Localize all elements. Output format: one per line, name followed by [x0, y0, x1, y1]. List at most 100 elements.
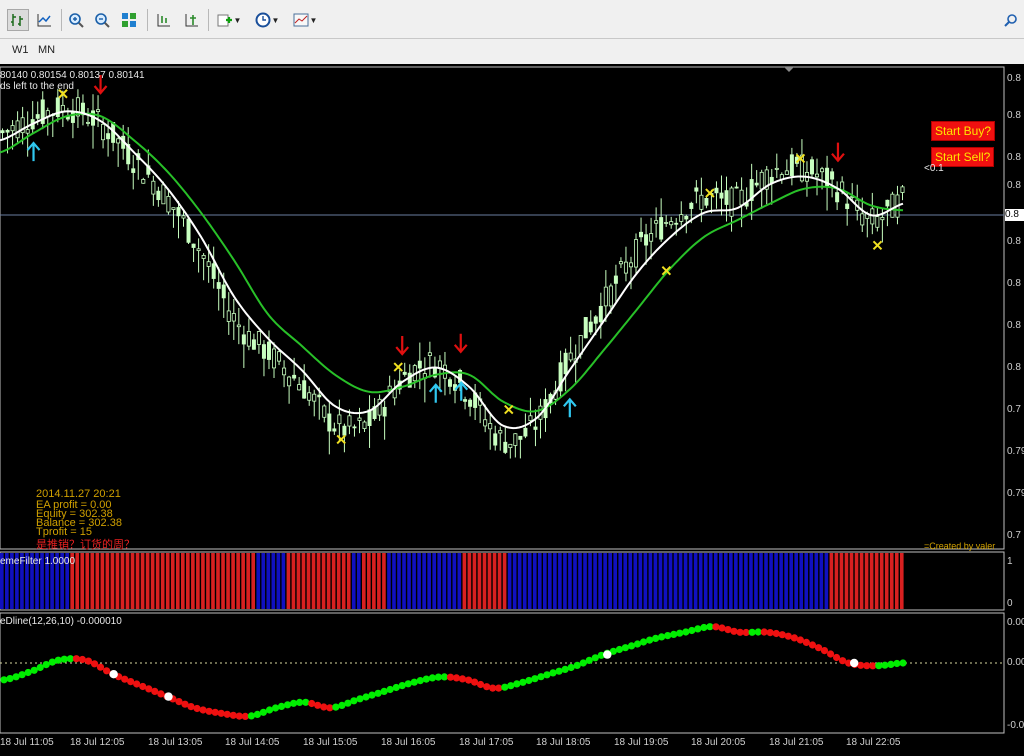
- template-icon: [293, 13, 309, 27]
- filter-bar: [276, 553, 281, 609]
- bar-chart-button[interactable]: [7, 9, 29, 31]
- filter-bar: [623, 553, 628, 609]
- filter-bar: [110, 553, 115, 609]
- filter-bar: [462, 553, 467, 609]
- filter-bar: [854, 553, 859, 609]
- osc-dot: [193, 704, 201, 713]
- filter-bar: [452, 553, 457, 609]
- filter-bar: [196, 553, 200, 609]
- osc-dot: [899, 659, 907, 667]
- filter-bar: [206, 553, 210, 609]
- search-button[interactable]: [1004, 13, 1018, 32]
- filter-bar: [296, 553, 301, 609]
- filter-bar: [673, 553, 678, 609]
- price-tick: 0.79: [1007, 488, 1024, 499]
- osc-dot: [314, 701, 322, 709]
- filter-bar: [346, 553, 351, 609]
- add-indicator-button[interactable]: ▼: [214, 9, 244, 31]
- filter-bar: [558, 553, 562, 609]
- filter-bar: [573, 553, 577, 609]
- start-buy-button[interactable]: Start Buy?: [931, 121, 996, 141]
- filter-bar: [120, 553, 125, 609]
- price-tick: 0.8: [1007, 110, 1021, 121]
- period-mn-button[interactable]: MN: [38, 44, 55, 56]
- filter-axis-top: 1: [1007, 556, 1013, 567]
- osc-dot: [332, 703, 340, 711]
- time-tick: 18 Jul 16:05: [381, 737, 436, 748]
- filter-bar: [472, 553, 477, 609]
- osc-dot: [664, 632, 672, 640]
- line-chart-button[interactable]: [33, 9, 55, 31]
- filter-bar: [181, 553, 185, 609]
- time-tick: 18 Jul 12:05: [70, 737, 125, 748]
- osc-dot: [820, 647, 829, 655]
- osc-dot: [652, 634, 660, 643]
- time-tick: 18 Jul 14:05: [225, 737, 280, 748]
- filter-bar: [502, 553, 507, 609]
- filter-bar: [306, 553, 311, 609]
- templates-button[interactable]: ▼: [290, 9, 320, 31]
- filter-bar: [140, 553, 145, 609]
- filter-bar: [201, 553, 205, 609]
- tile-windows-button[interactable]: [118, 9, 140, 31]
- filter-bar: [362, 553, 366, 609]
- filter-bar: [563, 553, 567, 609]
- filter-bar: [256, 553, 261, 609]
- osc-dot: [495, 684, 503, 692]
- filter-bar: [608, 553, 612, 609]
- time-tick: 18 Jul 21:05: [769, 737, 824, 748]
- filter-bar: [638, 553, 643, 609]
- zoom-in-button[interactable]: [65, 9, 87, 31]
- price-tick: 0.8: [1007, 236, 1021, 247]
- filter-bar: [799, 553, 804, 609]
- filter-bar: [261, 553, 266, 609]
- osc-dot: [676, 629, 684, 637]
- filter-bar: [693, 553, 698, 609]
- filter-bar: [341, 553, 346, 609]
- search-icon: [1004, 14, 1017, 27]
- filter-bar: [95, 553, 100, 609]
- osc-dot: [682, 628, 690, 636]
- chart-shift-button[interactable]: [152, 9, 174, 31]
- osc-dot: [772, 629, 780, 638]
- filter-bar: [155, 553, 160, 609]
- autoscroll-button[interactable]: [180, 9, 202, 31]
- macd-axis-zero: 0.00: [1007, 657, 1024, 668]
- candle: [186, 217, 191, 244]
- autoscroll-icon: [185, 14, 198, 27]
- filter-bar: [769, 553, 773, 609]
- filter-pane-label: emeFilter 1.0000: [0, 556, 76, 567]
- filter-bar: [593, 553, 597, 609]
- period-w1-button[interactable]: W1: [12, 44, 29, 56]
- filter-bar: [402, 553, 406, 609]
- filter-bar: [236, 553, 240, 609]
- filter-bar: [653, 553, 658, 609]
- chart-canvas[interactable]: [0, 64, 1024, 756]
- osc-dot: [386, 685, 394, 694]
- filter-bar: [160, 553, 165, 609]
- osc-cross-dot: [109, 670, 118, 679]
- filter-bar: [603, 553, 607, 609]
- osc-dot: [6, 675, 14, 683]
- filter-bar: [839, 553, 844, 609]
- filter-bar: [135, 553, 140, 609]
- ohlc-header: 80140 0.80154 0.80137 0.80141: [0, 70, 145, 81]
- osc-dot: [458, 675, 467, 683]
- osc-cross-dot: [850, 658, 859, 668]
- filter-bar: [417, 553, 421, 609]
- zoom-out-button[interactable]: [91, 9, 113, 31]
- time-tick: 18 Jul 19:05: [614, 737, 669, 748]
- filter-bar: [754, 553, 758, 609]
- price-tick: 0.8: [1007, 180, 1021, 191]
- osc-dot: [0, 676, 8, 684]
- filter-bar: [100, 553, 105, 609]
- osc-dot: [96, 663, 105, 671]
- periods-button[interactable]: ▼: [252, 9, 282, 31]
- osc-dot: [78, 655, 86, 664]
- clock-icon: [255, 12, 271, 28]
- filter-bar: [286, 553, 291, 609]
- price-tick: 0.8: [1007, 320, 1021, 331]
- filter-bar: [814, 553, 819, 609]
- osc-dot: [549, 669, 557, 677]
- filter-bar: [271, 553, 276, 609]
